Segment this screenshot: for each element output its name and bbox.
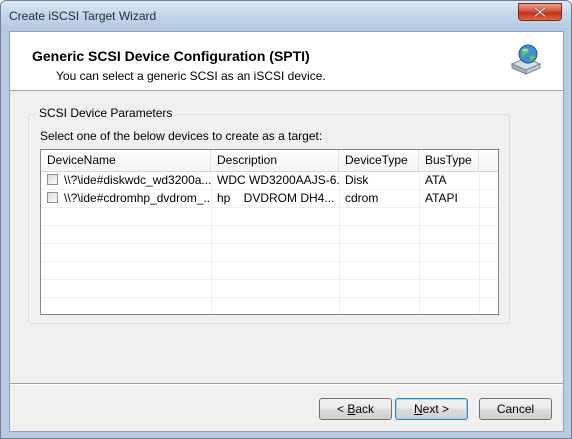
cancel-button[interactable]: Cancel xyxy=(479,398,552,420)
table-row[interactable]: \\?\ide#cdromhp_dvdrom_... hp DVDROM DH4… xyxy=(41,189,498,207)
page-title: Generic SCSI Device Configuration (SPTI) xyxy=(32,48,310,64)
select-instruction-label: Select one of the below devices to creat… xyxy=(40,129,323,143)
group-legend: SCSI Device Parameters xyxy=(36,106,176,120)
footer-separator xyxy=(10,383,563,385)
cell-description: WDC WD3200AAJS-6... xyxy=(217,173,339,187)
back-button[interactable]: < Back xyxy=(319,398,392,420)
row-checkbox[interactable] xyxy=(47,192,58,203)
grid-line xyxy=(41,261,498,262)
page-subtitle: You can select a generic SCSI as an iSCS… xyxy=(56,69,326,83)
back-button-prefix: < xyxy=(336,402,348,416)
next-button-suffix: ext > xyxy=(422,402,450,416)
cell-device-type: cdrom xyxy=(345,191,379,205)
close-button[interactable] xyxy=(518,3,562,21)
cell-bus-type: ATAPI xyxy=(425,191,458,205)
cell-bus-type: ATA xyxy=(425,173,447,187)
grid-line xyxy=(41,243,498,244)
grid-line xyxy=(41,225,498,226)
cell-device-name: \\?\ide#diskwdc_wd3200a... xyxy=(64,173,211,187)
grid-line xyxy=(41,279,498,280)
wizard-client-area: Generic SCSI Device Configuration (SPTI)… xyxy=(9,31,564,432)
column-header-description[interactable]: Description xyxy=(211,150,339,171)
title-bar[interactable]: Create iSCSI Target Wizard xyxy=(1,1,571,31)
next-button-mnemonic: N xyxy=(413,402,423,416)
back-button-suffix: ack xyxy=(355,402,375,416)
device-list-header: DeviceName Description DeviceType BusTyp… xyxy=(41,150,498,172)
column-header-devicename[interactable]: DeviceName xyxy=(41,150,211,171)
column-header-bustype[interactable]: BusType xyxy=(419,150,479,171)
cell-device-name: \\?\ide#cdromhp_dvdrom_... xyxy=(64,191,211,205)
network-drive-globe-icon xyxy=(510,44,542,75)
next-button[interactable]: Next > xyxy=(395,398,468,420)
column-header-devicetype[interactable]: DeviceType xyxy=(339,150,419,171)
wizard-header: Generic SCSI Device Configuration (SPTI)… xyxy=(10,32,563,91)
close-icon xyxy=(534,7,546,17)
cell-device-type: Disk xyxy=(345,173,369,187)
window-title: Create iSCSI Target Wizard xyxy=(9,9,157,23)
wizard-window: Create iSCSI Target Wizard Generic SCSI … xyxy=(0,0,572,439)
grid-line xyxy=(41,207,498,208)
grid-line xyxy=(41,297,498,298)
table-row[interactable]: \\?\ide#diskwdc_wd3200a... WDC WD3200AAJ… xyxy=(41,171,498,189)
row-checkbox[interactable] xyxy=(47,174,58,185)
cell-description: hp DVDROM DH4... xyxy=(217,191,335,205)
device-list[interactable]: DeviceName Description DeviceType BusTyp… xyxy=(40,149,499,315)
